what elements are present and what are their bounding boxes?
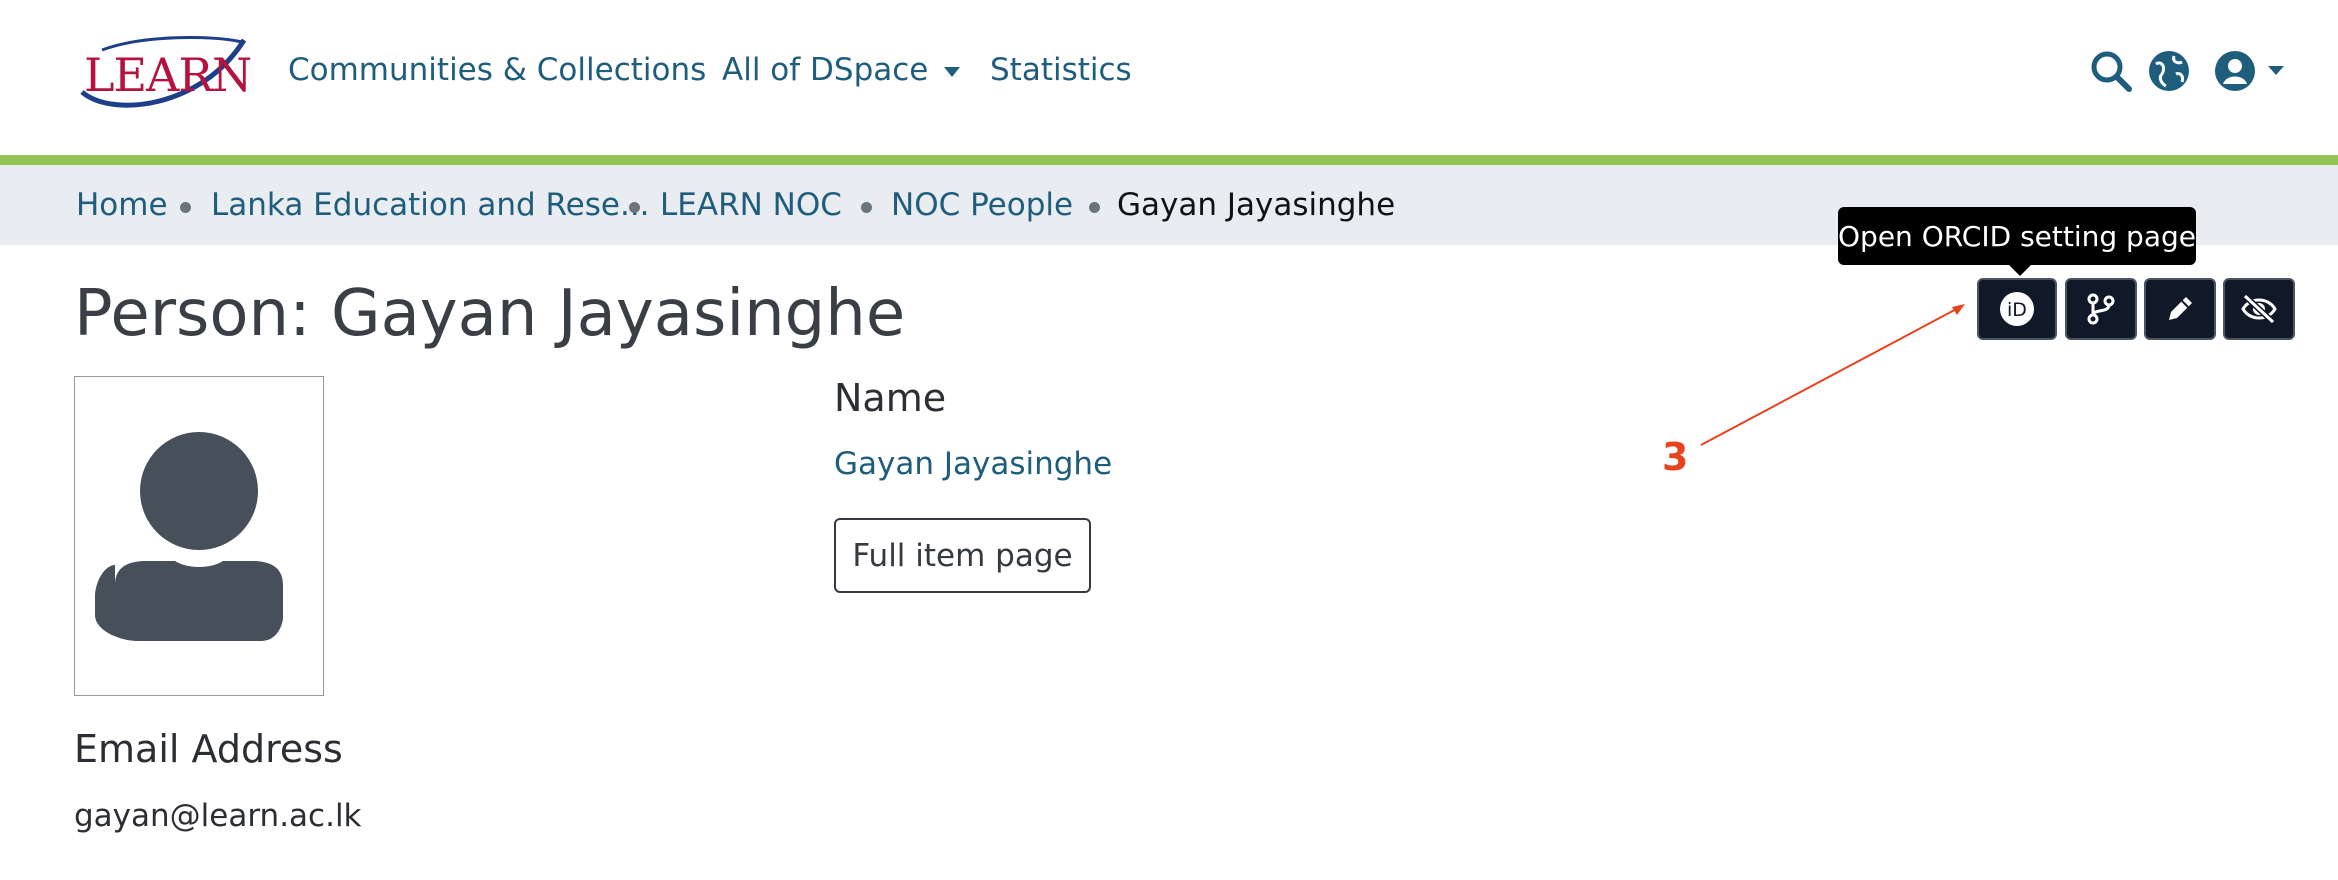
edit-button[interactable] xyxy=(2144,278,2216,340)
page-title: Person: Gayan Jayasinghe xyxy=(74,277,906,351)
nav-statistics[interactable]: Statistics xyxy=(990,52,1132,88)
person-thumbnail xyxy=(74,376,324,696)
accent-bar xyxy=(0,155,2338,165)
site-header: LEARN Communities & Collections All of D… xyxy=(0,0,2338,155)
code-branch-icon xyxy=(2087,293,2115,325)
orcid-tooltip: Open ORCID setting page xyxy=(1838,207,2196,265)
nav-all-of-dspace-label: All of DSpace xyxy=(722,52,929,88)
chevron-down-icon xyxy=(944,66,961,77)
breadcrumb-learn-noc[interactable]: LEARN NOC xyxy=(660,187,842,223)
manage-relationships-button[interactable] xyxy=(2065,278,2137,340)
nav-all-of-dspace[interactable]: All of DSpace xyxy=(722,52,961,88)
annotation-arrow xyxy=(1700,304,1965,446)
email-label: Email Address xyxy=(74,727,343,771)
pencil-icon xyxy=(2169,297,2192,320)
breadcrumb-current: Gayan Jayasinghe xyxy=(1117,187,1396,223)
eye-slash-icon xyxy=(2241,293,2277,325)
orcid-settings-button[interactable]: iD xyxy=(1977,278,2057,340)
breadcrumb-separator xyxy=(629,202,640,213)
globe-icon[interactable] xyxy=(2148,50,2190,96)
name-value[interactable]: Gayan Jayasinghe xyxy=(834,446,1112,482)
user-menu[interactable] xyxy=(2214,50,2288,96)
user-circle-icon xyxy=(2215,51,2284,91)
tooltip-arrow xyxy=(2008,264,2032,276)
breadcrumb-lanka-education[interactable]: Lanka Education and Rese... xyxy=(211,187,650,223)
breadcrumb-separator xyxy=(180,202,191,213)
nav-communities-collections[interactable]: Communities & Collections xyxy=(288,52,706,88)
orcid-icon: iD xyxy=(2000,292,2034,326)
breadcrumb-home[interactable]: Home xyxy=(76,187,168,223)
make-private-button[interactable] xyxy=(2223,278,2295,340)
annotation-number: 3 xyxy=(1662,435,1689,479)
svg-text:iD: iD xyxy=(2007,299,2027,321)
breadcrumb-separator xyxy=(1089,202,1100,213)
logo-text: LEARN xyxy=(84,48,252,102)
full-item-page-button[interactable]: Full item page xyxy=(834,518,1091,593)
name-label: Name xyxy=(834,376,947,420)
user-placeholder-icon xyxy=(95,432,283,641)
search-icon[interactable] xyxy=(2090,50,2132,96)
learn-logo[interactable]: LEARN xyxy=(72,30,252,120)
breadcrumb-noc-people[interactable]: NOC People xyxy=(891,187,1073,223)
breadcrumb-separator xyxy=(861,202,872,213)
email-value: gayan@learn.ac.lk xyxy=(74,798,362,834)
